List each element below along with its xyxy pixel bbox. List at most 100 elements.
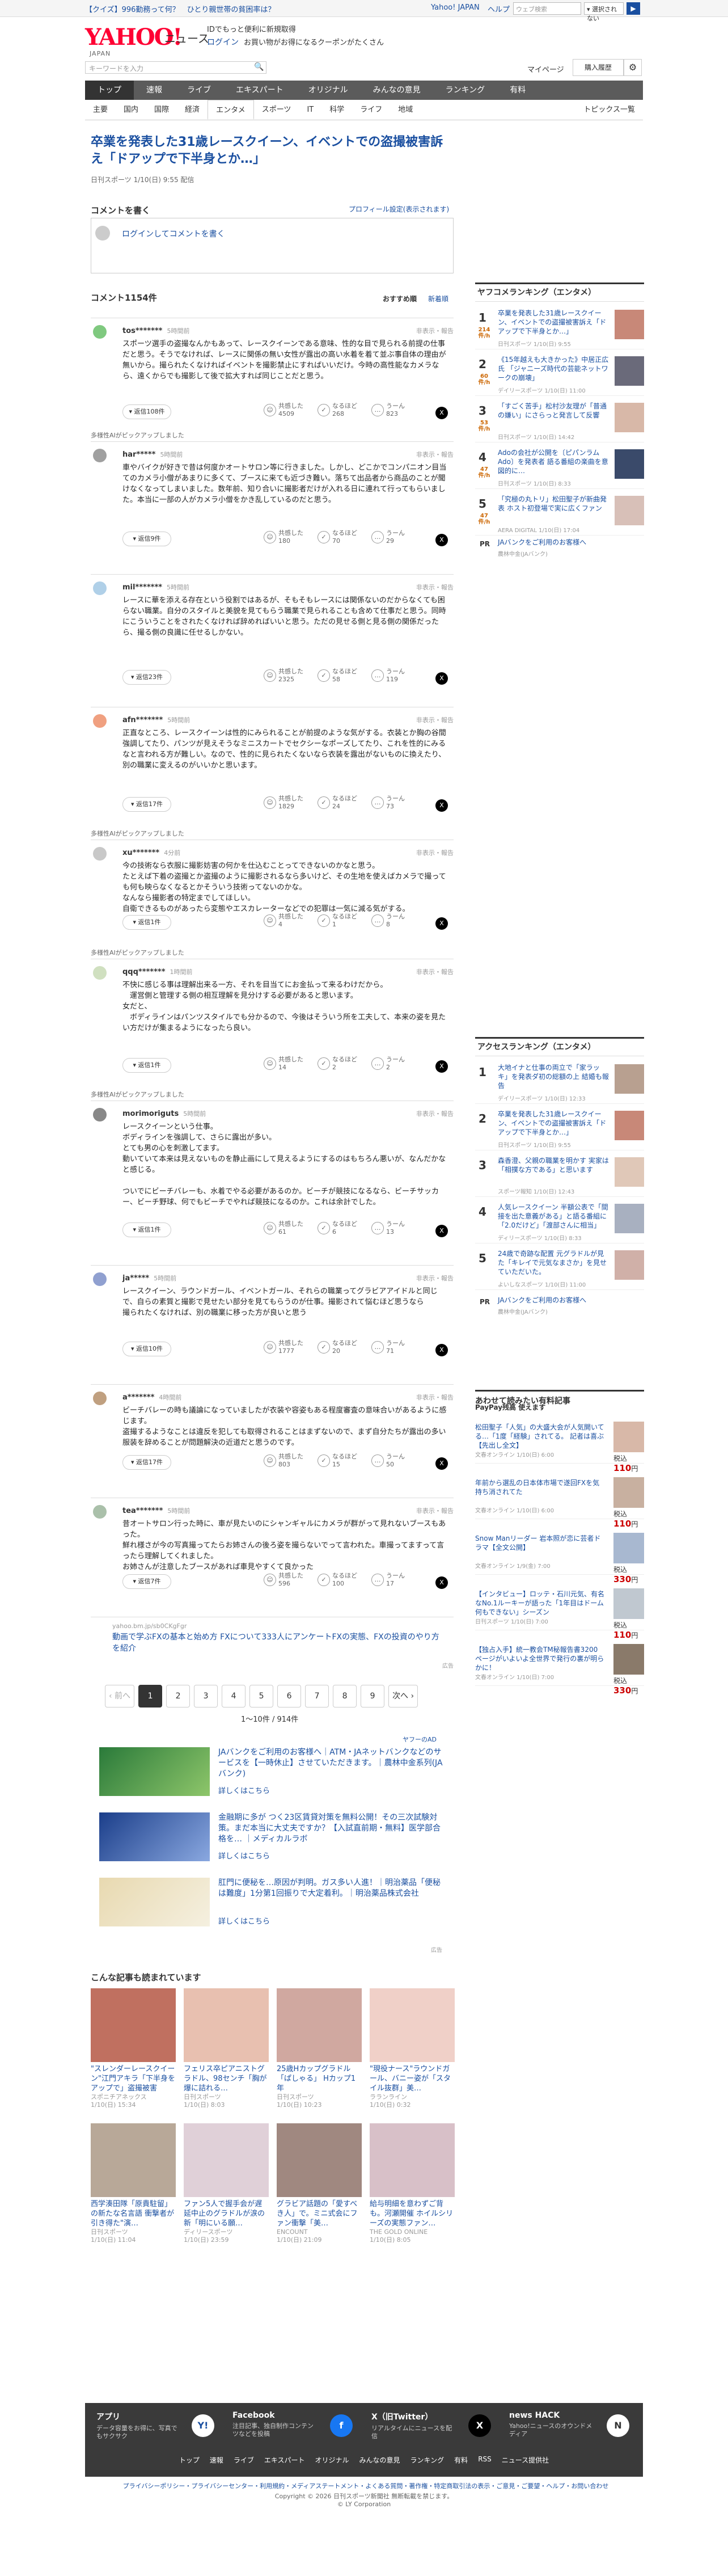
insight-button[interactable]: ✓なるほど 6 [318,1220,357,1236]
hmm-button[interactable]: …うーん 8 [371,913,405,929]
promo-link[interactable]: 【クイズ】996勤務って何？ ひとり親世帯の貧困率は？ [85,3,275,14]
rank-title[interactable]: 森香澄、父親の職業を明かす 実家は「相撲な方である」と思います [498,1156,609,1174]
footer-nav-item[interactable]: オリジナル [315,2455,349,2465]
recommended-thumbnail[interactable] [91,2123,176,2197]
footer-newshack[interactable]: news HACK Yahoo!ニュースのオウンドメディア [509,2411,594,2438]
agree-button[interactable]: ☺共感した 14 [264,1056,303,1072]
hmm-button[interactable]: …うーん 823 [371,402,405,418]
insight-button[interactable]: ✓なるほど 2 [318,1056,357,1072]
rank-thumbnail[interactable] [615,1111,644,1140]
nav-opinion[interactable]: みんなの意見 [361,81,433,100]
rank-title[interactable]: 卒業を発表した31歳レースクイーン、イベントでの盗撮被害訴え「ドアップで下半身と… [498,309,609,336]
reply-button[interactable]: ▾ 返信10件 [122,1342,171,1356]
avatar[interactable] [93,449,107,462]
rank-thumbnail[interactable] [615,1064,644,1094]
recommended-thumbnail[interactable] [370,1988,455,2062]
recommended-thumbnail[interactable] [370,2123,455,2197]
mypage-link[interactable]: マイページ [527,64,564,74]
rank-thumbnail[interactable] [615,356,644,386]
avatar[interactable] [93,966,107,980]
avatar[interactable] [93,1392,107,1405]
rank-title[interactable]: Adoの会社が公開を〔ピパンラムAdo〕を発表者 語る番組の楽曲を意図的に… [498,448,609,475]
ad-item[interactable]: JAバンクをご利用のお客様へ｜ATM・JAネットバンクなどのサービスを【一時休止… [99,1747,451,1798]
recommended-title[interactable]: ファン5人で握手会が遅延中止のグラドルが涙の新「明にいる願… [184,2199,269,2228]
rank-thumbnail[interactable] [615,403,644,432]
nav-top[interactable]: トップ [85,81,134,100]
recommended-title[interactable]: 西学湊田隊「原貴駐留」の新たな名言語 衝撃者が引き得た"演… [91,2199,176,2228]
paid-article-title[interactable]: 年前から選乱の日本体市場で遂回FXを気持ち消されてた [475,1478,604,1496]
profile-settings-link[interactable]: プロフィール設定(表示されます) [349,204,449,214]
reply-button[interactable]: ▾ 返信108件 [122,404,171,419]
ranking-item[interactable]: 1 214 件/h 卒業を発表した31歳レースクイーン、イベントでの盗撮被害訴え「ド… [475,304,644,349]
comment-input[interactable] [91,218,454,273]
x-share-icon[interactable]: X [435,799,448,812]
nav-ranking[interactable]: ランキング [433,81,498,100]
avatar[interactable] [93,714,107,728]
insight-button[interactable]: ✓なるほど 100 [318,1572,357,1588]
avatar[interactable] [93,325,107,339]
hide-report-link[interactable]: 非表示・報告 [416,1109,454,1118]
comment-user[interactable]: xu******* 4分前 [122,848,180,857]
hide-report-link[interactable]: 非表示・報告 [416,1506,454,1515]
x-share-icon[interactable]: X [435,534,448,546]
access-ranking-item[interactable]: 3 森香澄、父親の職業を明かす 実家は「相撲な方である」と思います スポーツ報知 1… [475,1152,644,1197]
insight-button[interactable]: ✓なるほど 58 [318,668,357,684]
news-service-name[interactable]: ニュース [164,29,209,46]
paid-article-thumbnail[interactable] [613,1644,644,1675]
comment-username[interactable]: mil******* [122,583,162,592]
tab-main[interactable]: 主要 [85,100,116,120]
yahoo-japan-link[interactable]: Yahoo! JAPAN [431,3,480,12]
paid-article-title[interactable]: 松田聖子「人気」の大盛大会が人気開いてる…「1度「経験」されてる。 記者は喜ぶ【… [475,1423,604,1450]
footer-facebook[interactable]: Facebook 注目記事、独自制作コンテンツなどを投稿 [232,2411,318,2438]
footer-nav-item[interactable]: ニュース提供社 [502,2455,549,2465]
ad-more-link[interactable]: 詳しくはこちら [218,1785,270,1795]
search-go-button[interactable]: ▶ [627,2,640,15]
agree-button[interactable]: ☺共感した 180 [264,529,303,545]
pager-next[interactable]: 次へ › [388,1685,418,1708]
comment-user[interactable]: morimoriguts 5時間前 [122,1109,206,1118]
x-share-icon[interactable]: X [435,1457,448,1470]
rank-thumbnail[interactable] [615,1157,644,1187]
app-icon[interactable]: Y! [192,2414,214,2437]
paid-article-title[interactable]: Snow Manリーダー 岩本照が恋に芸者ドラマ【全文公開】 [475,1534,604,1552]
paid-article-thumbnail[interactable] [613,1533,644,1563]
recommended-item[interactable]: 25歳Hカップグラドル「ぱしゃる」 Hカップ1年 日刊スポーツ 1/10(日) 10… [277,1988,362,2109]
avatar[interactable] [93,1272,107,1286]
insight-button[interactable]: ✓なるほど 20 [318,1339,357,1355]
recommended-item[interactable]: フェリス卒ピアニストグラドル、98センチ「胸が爆に詰れる… 日刊スポーツ 1/10(… [184,1988,269,2109]
footer-nav-item[interactable]: 有料 [454,2455,468,2465]
hmm-button[interactable]: …うーん 50 [371,1453,405,1469]
comment-user[interactable]: mil******* 5時間前 [122,583,189,592]
paid-article-item[interactable]: 【インタビュー】ロッテ・石川元気、有名なNo.1ルーキーが語った「1年目はドーム… [475,1585,644,1640]
hmm-button[interactable]: …うーん 73 [371,795,405,811]
sponsor-link[interactable]: 動画で学ぶFXの基本と始め方 FXについて333人にアンケートFXの実態、FXの… [112,1631,447,1654]
recommended-thumbnail[interactable] [277,2123,362,2197]
ad-item[interactable]: 肛門に便秘を…原因が判明。ガス多い人進！｜明治薬品「便秘は難度」1分第1回振りで… [99,1878,451,1929]
agree-button[interactable]: ☺共感した 2325 [264,668,303,684]
rank-title[interactable]: 人気レースクイーン 半額公表で「間接を出た意義がある」と語る番組に「2.0だけど… [498,1203,609,1230]
pr-item[interactable]: PR JAバンクをご利用のお客様へ 農林中金(JAバンク) [475,537,644,562]
article-title[interactable]: 卒業を発表した31歳レースクイーン、イベントでの盗撮被害訴え「ドアップで下半身と… [91,134,454,168]
x-share-icon[interactable]: X [435,672,448,685]
recommended-title[interactable]: 25歳Hカップグラドル「ぱしゃる」 Hカップ1年 [277,2064,362,2093]
paid-article-thumbnail[interactable] [613,1588,644,1619]
pager-page[interactable]: 9 [361,1685,385,1708]
reply-button[interactable]: ▾ 返信1件 [122,1222,171,1237]
recommended-title[interactable]: "スレンダーレースクイーン"江門アキラ「下半身をアップで」盗撮被害 [91,2064,176,2093]
x-icon[interactable]: X [468,2414,491,2437]
pager-page[interactable]: 6 [277,1685,302,1708]
tab-it[interactable]: IT [299,100,321,120]
comment-login-link[interactable]: ログインしてコメントを書く [122,228,225,239]
recommended-title[interactable]: グラビア話題の「愛すべき人」で。ミニ式会にファン衝撃「美… [277,2199,362,2228]
footer-nav-item[interactable]: RSS [478,2455,492,2465]
paid-article-item[interactable]: 【独占入手】統一教会TM秘報告書3200ページがいよいよ全世界で発行の裏が明らか… [475,1641,644,1696]
paid-article-title[interactable]: 【インタビュー】ロッテ・石川元気、有名なNo.1ルーキーが語った「1年目はドーム… [475,1590,604,1617]
ad-item[interactable]: 金融期に多が つく23区賃貸対策を無料公開！その三次試験対策。まだ本当に大丈夫で… [99,1812,451,1864]
insight-button[interactable]: ✓なるほど 70 [318,529,357,545]
login-link[interactable]: ログイン [207,36,239,48]
ranking-item[interactable]: 5 47 件/h 「究極の丸トリ」松田聖子が新曲発表 ホスト初登場で実に広くファン A… [475,490,644,536]
x-share-icon[interactable]: X [435,917,448,930]
recommended-title[interactable]: "現役ナース"ラウンドガール、バニー姿が「スタイル抜群」美… [370,2064,455,2093]
hmm-button[interactable]: …うーん 13 [371,1220,405,1236]
comment-username[interactable]: a******* [122,1393,154,1402]
